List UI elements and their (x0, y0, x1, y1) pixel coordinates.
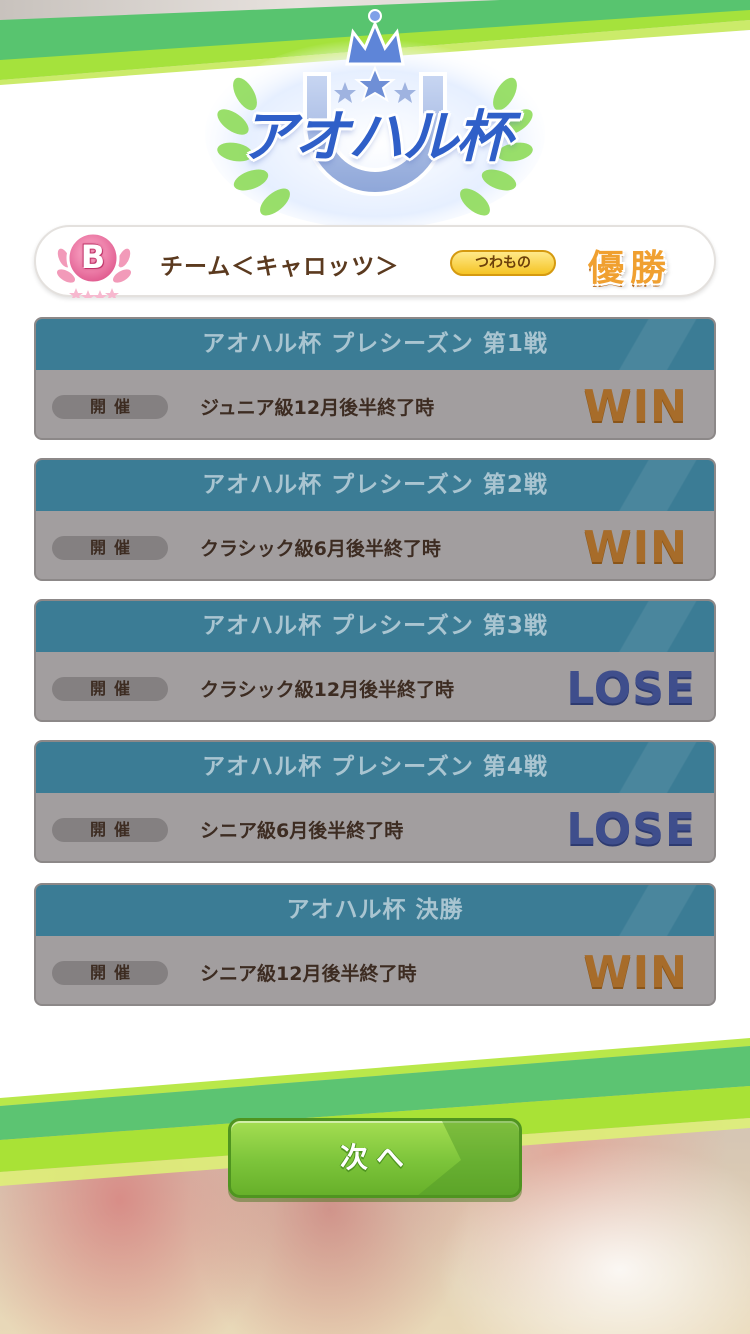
team-name: チーム＜キャロッツ＞ (160, 254, 400, 280)
team-result-bar: B チーム＜キャロッツ＞ つわもの 優勝 (34, 225, 716, 302)
race-timing: ジュニア級12月後半終了時 (200, 397, 435, 419)
race-timing: シニア級12月後半終了時 (200, 963, 417, 985)
next-button[interactable]: 次へ (228, 1118, 522, 1198)
header-decoration (584, 460, 714, 511)
team-rank-badge: B (54, 228, 134, 302)
race-card-3: アオハル杯 プレシーズン 第3戦 開催 クラシック級12月後半終了時 LOSE (34, 599, 716, 722)
next-button-label: 次へ (339, 1141, 412, 1174)
race-outcome: WIN (583, 381, 688, 432)
header-decoration (584, 742, 714, 793)
race-card-2: アオハル杯 プレシーズン 第2戦 開催 クラシック級6月後半終了時 WIN (34, 458, 716, 581)
held-tag: 開催 (52, 961, 168, 985)
race-card-4: アオハル杯 プレシーズン 第4戦 開催 シニア級6月後半終了時 LOSE (34, 740, 716, 863)
header-decoration (584, 601, 714, 652)
held-tag: 開催 (52, 677, 168, 701)
held-tag: 開催 (52, 818, 168, 842)
held-tag: 開催 (52, 395, 168, 419)
team-rank-letter: B (80, 238, 106, 276)
difficulty-badge: つわもの (450, 250, 556, 276)
race-timing: シニア級6月後半終了時 (200, 820, 404, 842)
logo-title: アオハル杯 (240, 105, 512, 170)
race-card-1: アオハル杯 プレシーズン 第1戦 開催 ジュニア級12月後半終了時 WIN (34, 317, 716, 440)
race-card-final: アオハル杯 決勝 開催 シニア級12月後半終了時 WIN (34, 883, 716, 1006)
race-timing: クラシック級6月後半終了時 (200, 538, 441, 560)
held-tag: 開催 (52, 536, 168, 560)
race-timing: クラシック級12月後半終了時 (200, 679, 455, 701)
race-outcome: WIN (583, 522, 688, 573)
tournament-result: 優勝 (588, 247, 673, 289)
aoharu-cup-logo: アオハル杯 (195, 4, 555, 226)
race-outcome: LOSE (566, 663, 696, 714)
header-decoration (584, 885, 714, 936)
race-outcome: WIN (583, 947, 688, 998)
race-outcome: LOSE (566, 804, 696, 855)
header-decoration (584, 319, 714, 370)
